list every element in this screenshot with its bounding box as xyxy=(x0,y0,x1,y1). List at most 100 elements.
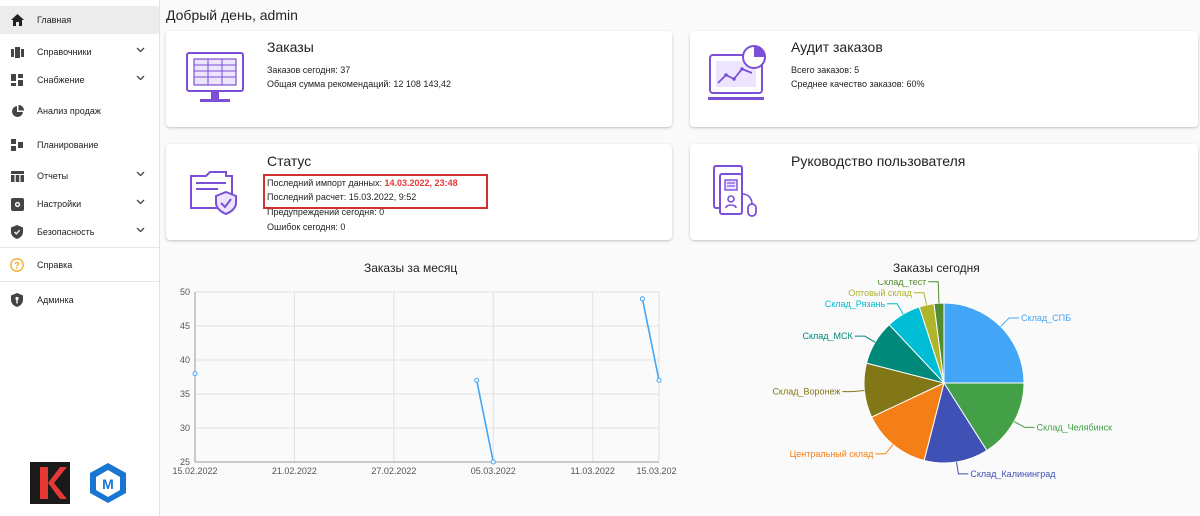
sidebar-item-label: Главная xyxy=(37,15,72,25)
sidebar: Главная Справочники Снабжение Анализ про… xyxy=(0,0,160,516)
sidebar-item-label: Настройки xyxy=(37,199,82,209)
sidebar-item-security[interactable]: Безопасность xyxy=(0,218,159,246)
audit-analytics-icon xyxy=(708,45,766,100)
audit-title: Аудит заказов xyxy=(791,39,883,55)
slice-leader-line xyxy=(1013,421,1035,428)
series-line xyxy=(475,380,495,463)
admin-shield-icon xyxy=(10,293,24,307)
app: Главная Справочники Снабжение Анализ про… xyxy=(0,0,1200,516)
pie-chart-title: Заказы сегодня xyxy=(893,261,980,275)
user-manual-card[interactable]: Руководство пользователя xyxy=(690,144,1198,240)
data-point[interactable] xyxy=(490,459,496,465)
y-tick-label: 45 xyxy=(180,321,190,331)
highlight-box xyxy=(263,174,488,209)
x-tick-label: 21.02.2022 xyxy=(272,466,317,476)
x-tick-label: 11.03.2022 xyxy=(571,466,615,476)
sidebar-item-label: Анализ продаж xyxy=(37,106,101,116)
audit-avg-quality: Среднее качество заказов: 60% xyxy=(791,79,925,89)
x-tick-label: 27.02.2022 xyxy=(371,466,416,476)
sidebar-item-admin[interactable]: Админка xyxy=(0,286,159,314)
sidebar-item-label: Справка xyxy=(37,260,73,270)
manual-document-icon xyxy=(713,165,757,217)
sidebar-divider xyxy=(0,281,159,282)
slice-label: Склад_СПБ xyxy=(1021,313,1071,323)
slice-leader-line xyxy=(1000,317,1020,327)
help-icon: ? xyxy=(10,258,24,272)
planning-icon xyxy=(10,138,24,152)
sidebar-item-home[interactable]: Главная xyxy=(0,6,159,34)
table-icon xyxy=(10,169,24,183)
data-point[interactable] xyxy=(192,371,198,377)
folder-shield-icon xyxy=(190,171,237,216)
data-point[interactable] xyxy=(656,377,662,383)
data-point[interactable] xyxy=(474,377,480,383)
sidebar-item-label: Отчеты xyxy=(37,171,69,181)
sidebar-item-references[interactable]: Справочники xyxy=(0,38,159,66)
orders-title: Заказы xyxy=(267,39,314,55)
company-logo-k xyxy=(30,462,70,504)
svg-text:M: M xyxy=(102,476,114,492)
pie-slice[interactable] xyxy=(943,302,1025,384)
x-tick-label: 15.02.2022 xyxy=(172,466,217,476)
slice-label: Склад_Рязань xyxy=(825,299,886,309)
slice-leader-line xyxy=(854,335,876,343)
company-logo-m: M xyxy=(90,463,126,503)
slice-leader-line xyxy=(842,390,865,393)
slice-leader-line xyxy=(913,292,928,306)
slice-label: Склад_тест xyxy=(878,280,927,287)
sidebar-item-label: Безопасность xyxy=(37,227,95,237)
sidebar-item-label: Справочники xyxy=(37,47,92,57)
line-chart-title: Заказы за месяц xyxy=(364,261,458,275)
y-tick-label: 35 xyxy=(180,389,190,399)
series-line xyxy=(641,298,660,381)
sidebar-item-help[interactable]: ? Справка xyxy=(0,251,159,279)
sidebar-item-reports[interactable]: Отчеты xyxy=(0,162,159,190)
sidebar-item-supply[interactable]: Снабжение xyxy=(0,66,159,94)
y-tick-label: 50 xyxy=(180,287,190,297)
slice-label: Оптовый склад xyxy=(848,288,912,298)
audit-card[interactable]: Аудит заказов Всего заказов: 5 Среднее к… xyxy=(690,31,1198,127)
slice-leader-line xyxy=(887,303,904,315)
orders-today: Заказов сегодня: 37 xyxy=(267,65,351,75)
status-card[interactable]: Статус Последний импорт данных: 14.03.20… xyxy=(166,144,672,240)
page-title: Добрый день, admin xyxy=(166,7,298,23)
book-icon xyxy=(10,45,24,59)
x-tick-label: 15.03.2022 xyxy=(636,466,676,476)
chevron-down-icon xyxy=(136,199,145,205)
orders-today-pie-chart: Склад_СПБ Склад_Челябинск Склад_Калинингра… xyxy=(772,280,1113,479)
monitor-table-icon xyxy=(186,52,244,102)
slice-label: Склад_Воронеж xyxy=(772,387,840,397)
sidebar-item-label: Админка xyxy=(37,295,74,305)
y-tick-label: 40 xyxy=(180,355,190,365)
status-title: Статус xyxy=(267,153,312,169)
chevron-down-icon xyxy=(136,171,145,177)
slice-leader-line xyxy=(956,461,969,475)
orders-card[interactable]: Заказы Заказов сегодня: 37 Общая сумма р… xyxy=(166,31,672,127)
chevron-down-icon xyxy=(136,47,145,53)
shield-icon xyxy=(10,225,24,239)
x-tick-label: 05.03.2022 xyxy=(471,466,516,476)
slice-leader-line xyxy=(875,444,894,455)
dashboard-icon xyxy=(10,73,24,87)
sidebar-item-label: Снабжение xyxy=(37,75,85,85)
pie-chart-icon xyxy=(10,104,24,118)
slice-leader-line xyxy=(928,281,940,304)
home-icon xyxy=(10,13,24,27)
chevron-down-icon xyxy=(136,75,145,81)
sidebar-item-settings[interactable]: Настройки xyxy=(0,190,159,218)
audit-total-orders: Всего заказов: 5 xyxy=(791,65,860,75)
chevron-down-icon xyxy=(136,227,145,233)
sidebar-item-sales-analysis[interactable]: Анализ продаж xyxy=(0,97,159,125)
sidebar-item-label: Планирование xyxy=(37,140,99,150)
orders-month-line-chart: 25303540455015.02.2022 21.02.2022 27.02.20… xyxy=(172,287,676,476)
y-tick-label: 30 xyxy=(180,423,190,433)
slice-label: Склад_Челябинск xyxy=(1037,422,1113,432)
settings-icon xyxy=(10,197,24,211)
data-point[interactable] xyxy=(639,296,645,302)
slice-label: Центральный склад xyxy=(790,449,874,459)
sidebar-item-planning[interactable]: Планирование xyxy=(0,131,159,159)
slice-label: Склад_МСК xyxy=(803,331,854,341)
footer-logos: M xyxy=(30,462,128,504)
slice-label: Склад_Калининград xyxy=(970,469,1056,479)
status-errors: Ошибок сегодня: 0 xyxy=(267,222,346,232)
